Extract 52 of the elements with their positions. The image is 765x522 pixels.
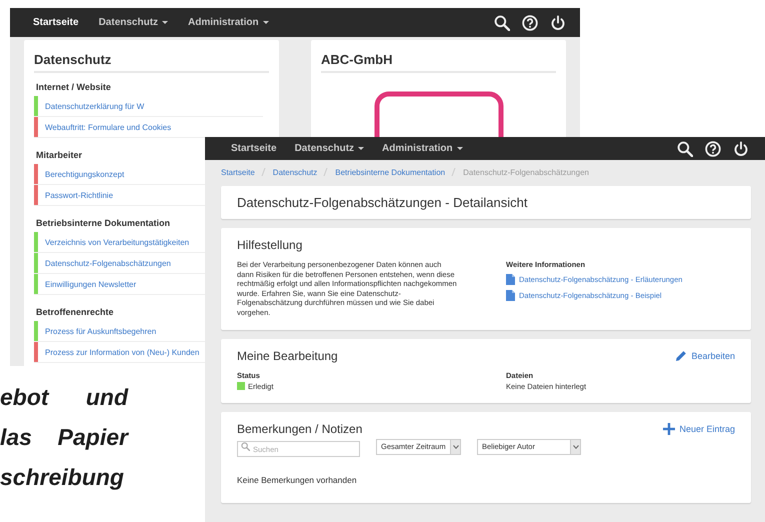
nav-link[interactable]: Datenschutz (98, 17, 168, 28)
caret-icon (358, 147, 364, 150)
new-entry-link[interactable]: Neuer Eintrag (663, 422, 735, 435)
group-heading: Betroffenenrechte (36, 307, 114, 317)
search-icon[interactable] (677, 140, 693, 156)
pencil-icon[interactable] (675, 350, 688, 362)
power-icon[interactable] (733, 140, 749, 156)
list-link[interactable]: Prozess für Auskunftsbegehren (38, 321, 156, 341)
search-icon[interactable] (494, 14, 510, 30)
caret-icon (262, 21, 269, 24)
promo-text-line: las Papier (0, 423, 128, 452)
group-heading: Betriebsinterne Dokumentation (36, 218, 170, 228)
help-icon[interactable] (705, 140, 721, 156)
list-link[interactable]: Webauftritt: Formulare und Cookies (38, 117, 172, 137)
breadcrumb-link[interactable]: Datenschutz (272, 168, 318, 177)
section-title: Meine Bearbeitung (237, 348, 338, 363)
nav-link[interactable]: Administration (382, 143, 463, 154)
list-link[interactable]: Datenschutz-Folgenabschätzungen (38, 253, 171, 273)
empty-message: Keine Bemerkungen vorhanden (237, 474, 358, 485)
search-icon (241, 442, 250, 452)
group-heading: Internet / Website (36, 82, 111, 92)
power-icon[interactable] (550, 14, 566, 30)
list-link[interactable]: Berechtigungskonzept (38, 164, 124, 184)
breadcrumb-current: Datenschutz-Folgenabschätzungen (463, 168, 589, 177)
breadcrumb-link[interactable]: Betriebsinterne Dokumentation (335, 168, 446, 177)
list-link[interactable]: Prozess zur Information von (Neu-) Kunden (38, 342, 200, 362)
group-heading: Mitarbeiter (36, 150, 82, 160)
promo-text-line: schreibung (0, 463, 125, 492)
plus-icon[interactable] (663, 422, 676, 435)
list-link[interactable]: Verzeichnis von Verarbeitungstätigkeiten (38, 232, 190, 252)
nav-link[interactable]: Datenschutz (294, 143, 364, 154)
promo-text-line: ebot und (0, 383, 128, 412)
chevron-down-icon (452, 444, 458, 449)
help-icon[interactable] (522, 14, 538, 30)
caret-icon (456, 147, 463, 150)
nav-link[interactable]: Administration (188, 17, 269, 28)
breadcrumb-link[interactable]: Startseite (221, 168, 255, 177)
edit-link[interactable]: Bearbeiten (675, 350, 735, 362)
document-icon (506, 274, 515, 285)
card-title: Datenschutz (34, 48, 269, 73)
caret-icon (162, 21, 168, 24)
document-icon (506, 290, 515, 301)
page-title: Datenschutz-Folgenabschätzungen - Detailansicht (237, 195, 529, 210)
section-title: Bemerkungen / Notizen (237, 422, 362, 436)
nav-link[interactable]: Startseite (33, 17, 79, 28)
chevron-down-icon (572, 444, 578, 449)
card-title: ABC-GmbH (321, 48, 556, 73)
list-link[interactable]: Einwilligungen Newsletter (38, 274, 136, 294)
nav-link[interactable]: Startseite (231, 143, 277, 154)
list-link[interactable]: Passwort-Richtlinie (38, 185, 114, 205)
list-link[interactable]: Datenschutzerklärung für W (38, 96, 144, 116)
section-title: Hilfestellung (237, 238, 304, 252)
